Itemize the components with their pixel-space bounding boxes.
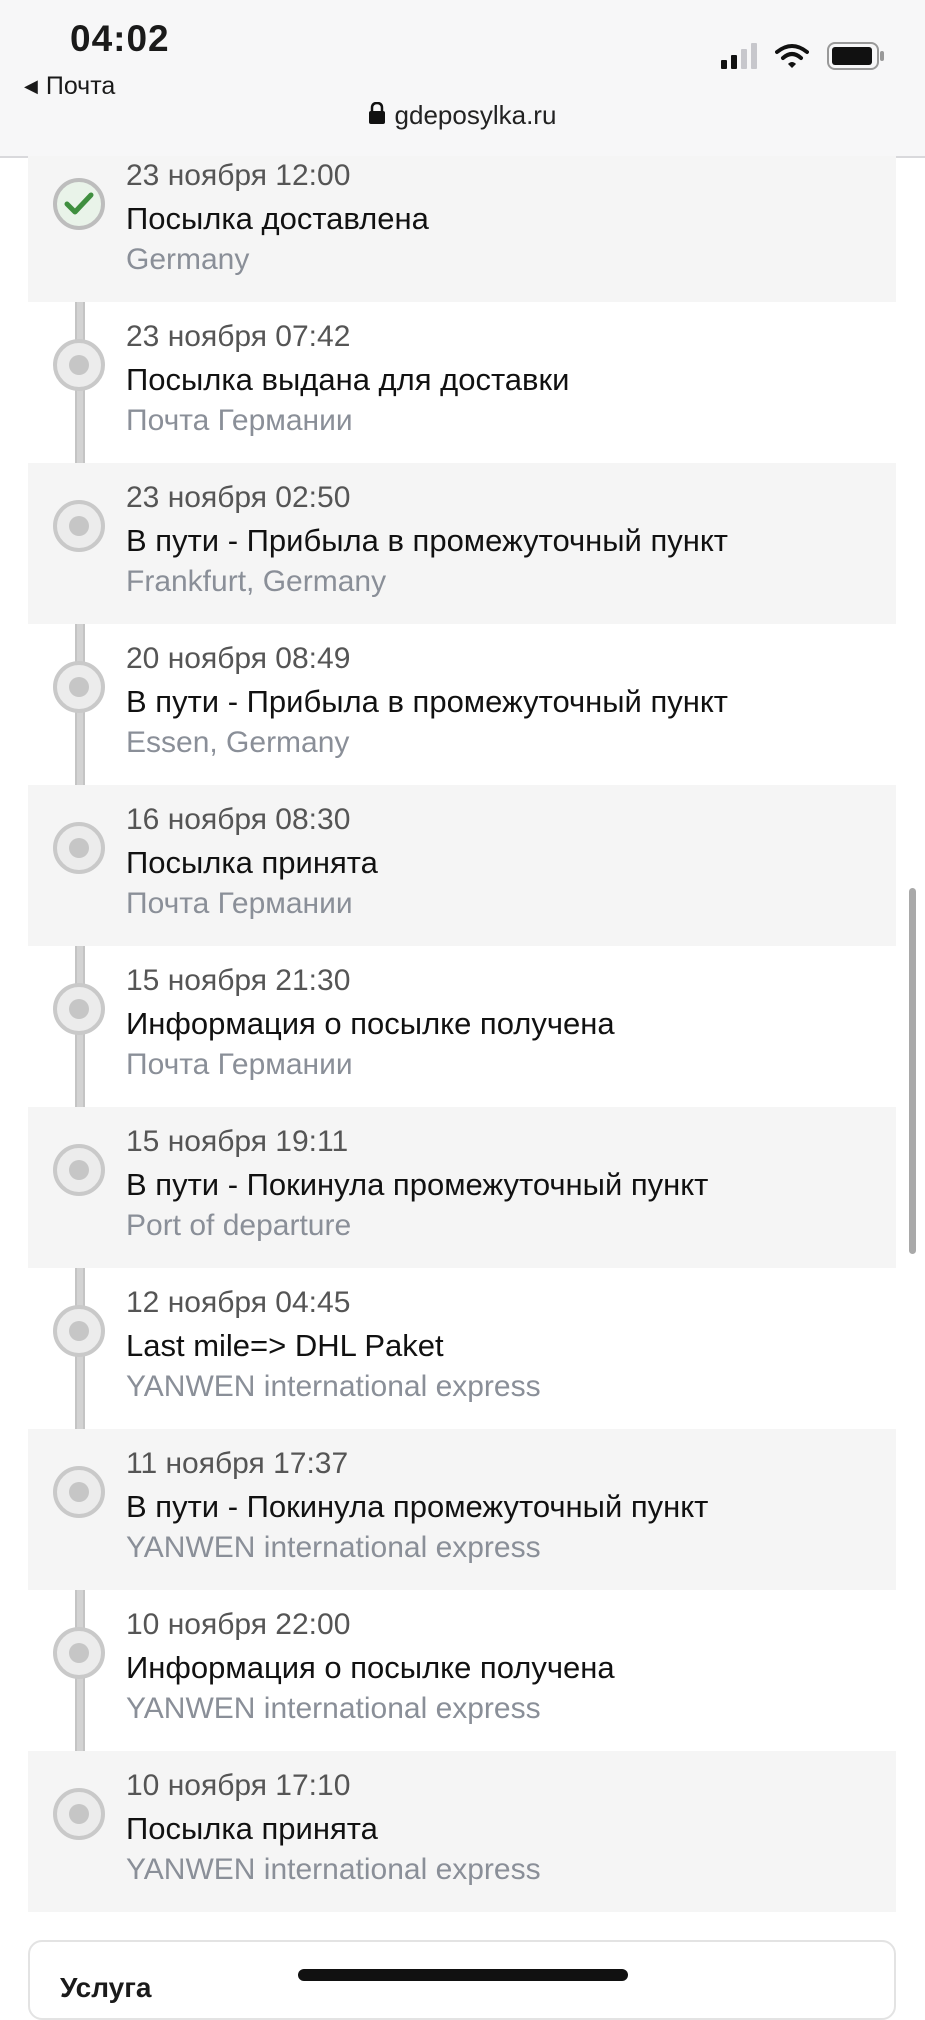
event-title: Посылка принята — [126, 845, 378, 880]
event-title: Посылка принята — [126, 1811, 378, 1846]
timeline-dot-icon — [53, 983, 105, 1035]
timeline-dot-icon — [53, 1466, 105, 1518]
lock-icon — [368, 100, 385, 131]
timeline-dot-icon — [53, 1627, 105, 1679]
event-title: Информация о посылке получена — [126, 1650, 615, 1685]
event-date: 20 ноября 08:49 — [126, 642, 351, 675]
timeline-event: 16 ноября 08:30 Посылка принята Почта Герм… — [28, 785, 896, 946]
event-title: В пути - Покинула промежуточный пункт — [126, 1489, 709, 1524]
timeline-dot-icon — [53, 1144, 105, 1196]
delivered-check-icon — [53, 178, 105, 230]
service-label: Услуга — [60, 1972, 152, 2003]
browser-header: 04:02 ◀ Почта gdeposylka.ru — [0, 0, 925, 158]
battery-icon — [827, 42, 885, 70]
event-date: 15 ноября 21:30 — [126, 964, 351, 997]
timeline-dot-icon — [53, 661, 105, 713]
event-location: YANWEN international express — [126, 1370, 541, 1403]
timeline-event: 12 ноября 04:45 Last mile=> DHL Paket YANW… — [28, 1268, 896, 1429]
wifi-icon — [775, 43, 809, 69]
event-location: Frankfurt, Germany — [126, 565, 387, 598]
status-time: 04:02 — [70, 18, 170, 59]
status-icons — [721, 42, 885, 70]
event-title: В пути - Прибыла в промежуточный пункт — [126, 684, 729, 719]
url-text: gdeposylka.ru — [394, 100, 557, 130]
timeline-event: 23 ноября 02:50 В пути - Прибыла в промеж… — [28, 463, 896, 624]
timeline-event: 20 ноября 08:49 В пути - Прибыла в промеж… — [28, 624, 896, 785]
timeline-dot-icon — [53, 339, 105, 391]
home-indicator[interactable] — [298, 1969, 628, 1981]
event-date: 16 ноября 08:30 — [126, 803, 351, 836]
event-location: Port of departure — [126, 1209, 352, 1242]
timeline-event: 15 ноября 19:11 В пути - Покинула промежу… — [28, 1107, 896, 1268]
timeline-event: 23 ноября 12:00 Посылка доставлена Germany — [28, 156, 896, 302]
event-date: 10 ноября 17:10 — [126, 1769, 351, 1802]
event-date: 15 ноября 19:11 — [126, 1125, 349, 1158]
tracking-timeline: 23 ноября 12:00 Посылка доставлена Germany… — [28, 156, 896, 1912]
cellular-signal-icon — [721, 43, 757, 69]
event-location: YANWEN international express — [126, 1853, 541, 1886]
event-location: YANWEN international express — [126, 1692, 541, 1725]
timeline-event: 15 ноября 21:30 Информация о посылке полу… — [28, 946, 896, 1107]
event-title: Посылка выдана для доставки — [126, 362, 570, 397]
event-date: 23 ноября 02:50 — [126, 481, 351, 514]
timeline-event: 10 ноября 22:00 Информация о посылке полу… — [28, 1590, 896, 1751]
event-date: 10 ноября 22:00 — [126, 1608, 351, 1641]
timeline-dot-icon — [53, 822, 105, 874]
back-arrow-icon: ◀ — [24, 76, 38, 96]
event-date: 11 ноября 17:37 — [126, 1447, 349, 1480]
event-date: 12 ноября 04:45 — [126, 1286, 351, 1319]
timeline-event: 11 ноября 17:37 В пути - Покинула промежу… — [28, 1429, 896, 1590]
timeline-dot-icon — [53, 1305, 105, 1357]
timeline-dot-icon — [53, 500, 105, 552]
event-location: Почта Германии — [126, 1048, 353, 1081]
event-title: Посылка доставлена — [126, 201, 429, 236]
event-title: Информация о посылке получена — [126, 1006, 615, 1041]
event-title: Last mile=> DHL Paket — [126, 1328, 444, 1363]
event-location: Essen, Germany — [126, 726, 350, 759]
event-date: 23 ноября 12:00 — [126, 159, 351, 192]
back-to-app-button[interactable]: ◀ Почта — [24, 72, 115, 101]
scrollbar[interactable] — [909, 888, 916, 1254]
event-location: Germany — [126, 243, 250, 276]
timeline-event: 10 ноября 17:10 Посылка принята YANWEN int… — [28, 1751, 896, 1912]
event-date: 23 ноября 07:42 — [126, 320, 351, 353]
event-title: В пути - Покинула промежуточный пункт — [126, 1167, 709, 1202]
back-to-app-label: Почта — [45, 72, 116, 100]
timeline-dot-icon — [53, 1788, 105, 1840]
event-location: YANWEN international express — [126, 1531, 541, 1564]
timeline-event: 23 ноября 07:42 Посылка выдана для достав… — [28, 302, 896, 463]
event-location: Почта Германии — [126, 887, 353, 920]
address-bar[interactable]: gdeposylka.ru — [0, 100, 925, 131]
event-location: Почта Германии — [126, 404, 353, 437]
event-title: В пути - Прибыла в промежуточный пункт — [126, 523, 729, 558]
